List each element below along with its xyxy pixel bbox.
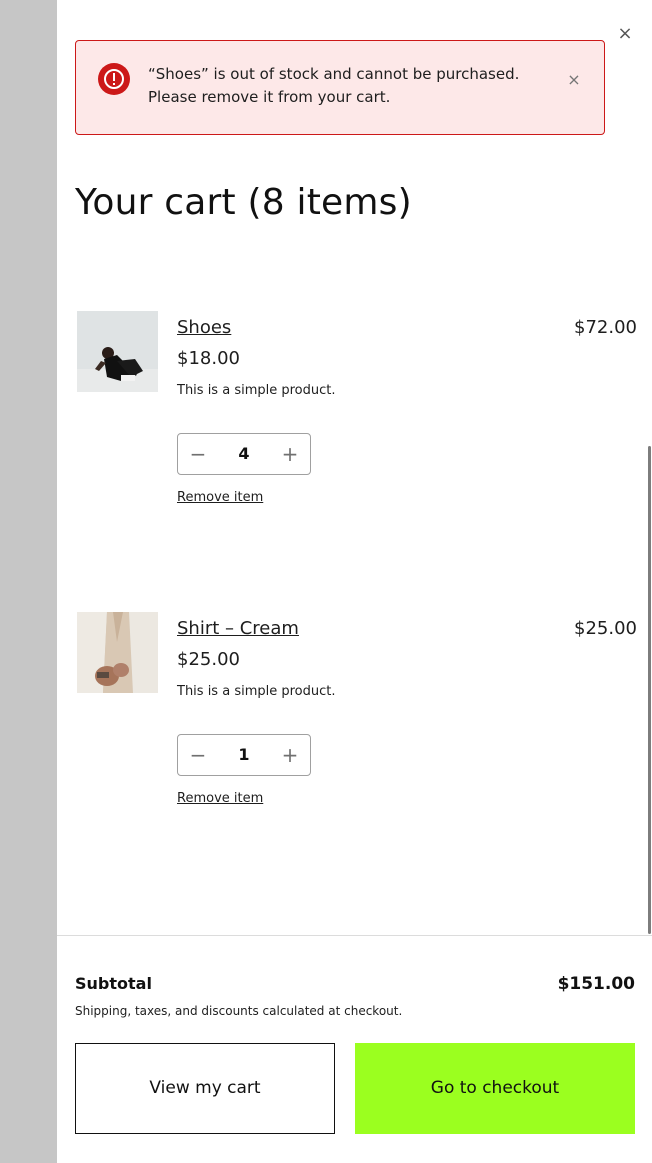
cart-item-shoes: Shoes $18.00 This is a simple product. −… [77,311,637,531]
view-cart-button[interactable]: View my cart [75,1043,335,1134]
close-drawer-button[interactable]: × [615,22,635,46]
product-unit-price: $18.00 [177,348,240,369]
product-description: This is a simple product. [177,684,336,699]
error-circle-icon [98,63,130,95]
scrollbar[interactable] [648,446,651,934]
dismiss-notice-button[interactable]: × [564,69,584,91]
subtotal-value: $151.00 [557,974,635,994]
remove-item-link[interactable]: Remove item [177,488,263,508]
out-of-stock-notice: “Shoes” is out of stock and cannot be pu… [75,40,605,135]
quantity-stepper: − 1 + [177,734,311,776]
cart-item-shirt-cream: Shirt – Cream $25.00 This is a simple pr… [77,612,637,832]
product-name-link[interactable]: Shirt – Cream [177,616,299,642]
quantity-input[interactable]: 1 [218,735,270,775]
line-total: $25.00 [574,618,637,639]
line-total: $72.00 [574,317,637,338]
decrease-quantity-button[interactable]: − [180,434,216,474]
cart-title: Your cart (8 items) [75,182,412,223]
product-image-shirt[interactable] [77,612,158,693]
footer-divider [57,935,652,936]
notice-line-2: Please remove it from your cart. [148,88,391,106]
subtotal-note: Shipping, taxes, and discounts calculate… [75,1004,403,1018]
product-unit-price: $25.00 [177,649,240,670]
checkout-button[interactable]: Go to checkout [355,1043,635,1134]
product-image-shoes[interactable] [77,311,158,392]
quantity-input[interactable]: 4 [218,434,270,474]
mini-cart-drawer: × “Shoes” is out of stock and cannot be … [57,0,652,1163]
quantity-stepper: − 4 + [177,433,311,475]
increase-quantity-button[interactable]: + [272,735,308,775]
subtotal-label: Subtotal [75,974,152,993]
decrease-quantity-button[interactable]: − [180,735,216,775]
remove-item-link[interactable]: Remove item [177,789,263,809]
notice-message: “Shoes” is out of stock and cannot be pu… [148,63,548,109]
product-description: This is a simple product. [177,383,336,398]
increase-quantity-button[interactable]: + [272,434,308,474]
page-overlay[interactable] [0,0,57,1163]
notice-line-1: “Shoes” is out of stock and cannot be pu… [148,65,520,83]
product-name-link[interactable]: Shoes [177,315,231,341]
